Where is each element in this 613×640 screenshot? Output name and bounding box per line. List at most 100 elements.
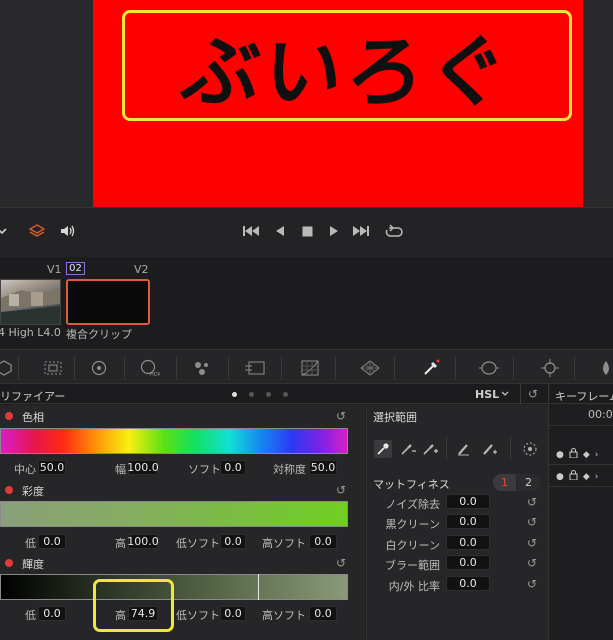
matte-finesse-title: マットフィネス	[373, 478, 450, 491]
diamond-icon[interactable]: ◆	[583, 472, 590, 482]
matte-mode-2[interactable]: 2	[517, 474, 540, 491]
page-dot-2[interactable]	[249, 392, 254, 397]
lum-low-field[interactable]: 0.0	[38, 606, 66, 621]
speaker-icon[interactable]	[58, 222, 76, 240]
tool-tracker-icon[interactable]	[89, 358, 109, 378]
hue-enable-toggle[interactable]	[5, 412, 13, 420]
lum-range-bar[interactable]	[0, 574, 348, 600]
hue-symmetry-field[interactable]: 50.0	[309, 460, 337, 475]
lock-icon[interactable]	[569, 448, 578, 461]
page-dot-4[interactable]	[283, 392, 288, 397]
hue-reset-icon[interactable]: ↺	[336, 410, 348, 422]
skip-to-end-icon[interactable]	[352, 222, 370, 240]
track-label-v1: V1	[47, 263, 62, 276]
sat-low-soft-field[interactable]: 0.0	[220, 534, 246, 549]
hue-center-field[interactable]: 50.0	[38, 460, 66, 475]
invert-selection-icon[interactable]	[521, 440, 539, 458]
white-clean-field[interactable]: 0.0	[446, 535, 490, 550]
keyframe-row-2[interactable]: ● ◆ ›	[548, 467, 613, 487]
tool-motion-effects-icon[interactable]	[245, 358, 265, 378]
lum-reset-icon[interactable]: ↺	[336, 557, 348, 569]
tool-window-icon[interactable]	[479, 358, 499, 378]
in-out-ratio-field[interactable]: 0.0	[446, 576, 490, 591]
eyedropper-plus-icon[interactable]	[421, 440, 439, 458]
loop-icon[interactable]	[384, 222, 404, 240]
lum-enable-toggle[interactable]	[5, 559, 13, 567]
tool-grid-icon[interactable]	[43, 358, 63, 378]
tool-rgb-mixer-icon[interactable]	[192, 358, 212, 378]
lock-icon[interactable]	[569, 470, 578, 483]
tool-hdr-icon[interactable]: HDR	[140, 358, 160, 378]
keyframe-dot-icon: ●	[556, 471, 564, 482]
clip-name-2: 複合クリップ	[66, 328, 132, 341]
sat-high-label: 高	[115, 537, 126, 550]
feather-minus-icon[interactable]	[456, 440, 474, 458]
eyedropper-minus-icon[interactable]	[399, 440, 417, 458]
tool-color-warper-icon[interactable]	[360, 358, 380, 378]
hue-center-label: 中心	[14, 463, 36, 476]
chevron-right-icon[interactable]: ›	[595, 472, 599, 482]
mode-select[interactable]: HSL	[475, 388, 499, 401]
sat-low-field[interactable]: 0.0	[38, 534, 66, 549]
matte-mode-1[interactable]: 1	[493, 474, 516, 491]
sat-high-soft-field[interactable]: 0.0	[309, 534, 337, 549]
layers-icon[interactable]	[28, 222, 46, 240]
diamond-icon[interactable]: ◆	[583, 450, 590, 460]
hue-soft-field[interactable]: 0.0	[220, 460, 246, 475]
black-clean-reset-icon[interactable]: ↺	[527, 516, 539, 528]
transport-bar	[0, 207, 613, 257]
panel-header	[0, 384, 613, 404]
tool-tracker-target-icon[interactable]	[540, 358, 560, 378]
lum-low-soft-label: 低ソフト	[176, 609, 220, 622]
keyframe-row-1[interactable]: ● ◆ ›	[548, 445, 613, 465]
dropdown-icon[interactable]	[0, 222, 7, 240]
white-clean-label: 白クリーン	[385, 539, 440, 552]
denoise-label: ノイズ除去	[385, 498, 440, 511]
overlay-title: ぶいろぐ	[177, 27, 515, 118]
play-icon[interactable]	[327, 222, 341, 240]
keyframe-panel-title: キーフレーム	[555, 390, 613, 403]
clip-thumbnail-1[interactable]	[0, 279, 61, 325]
sat-label: 彩度	[22, 485, 44, 498]
blur-radius-field[interactable]: 0.0	[446, 555, 490, 570]
clip-number-badge: 02	[66, 262, 85, 275]
page-dot-1[interactable]	[232, 392, 237, 397]
white-clean-reset-icon[interactable]: ↺	[527, 537, 539, 549]
sat-low-label: 低	[25, 537, 36, 550]
chevron-down-icon[interactable]	[500, 389, 510, 402]
blur-radius-reset-icon[interactable]: ↺	[527, 557, 539, 569]
hue-soft-label: ソフト	[188, 463, 221, 476]
denoise-reset-icon[interactable]: ↺	[527, 496, 539, 508]
sat-enable-toggle[interactable]	[5, 486, 13, 494]
play-reverse-icon[interactable]	[273, 222, 287, 240]
panel-title: リファイアー	[0, 390, 66, 403]
sat-range-bar[interactable]	[0, 501, 348, 527]
chevron-right-icon[interactable]: ›	[595, 450, 599, 460]
stop-icon[interactable]	[300, 222, 314, 240]
lum-high-handle[interactable]	[258, 574, 259, 600]
in-out-ratio-reset-icon[interactable]: ↺	[527, 578, 539, 590]
tool-blur-icon[interactable]	[596, 358, 613, 378]
hue-label: 色相	[22, 411, 44, 424]
sat-high-field[interactable]: 100.0	[127, 534, 159, 549]
reset-all-icon[interactable]: ↺	[528, 388, 540, 400]
tool-cube-icon[interactable]	[0, 358, 14, 378]
hue-range-bar[interactable]	[0, 428, 348, 454]
tool-qualifier-icon[interactable]	[421, 358, 441, 378]
lum-high-soft-field[interactable]: 0.0	[309, 606, 337, 621]
sat-reset-icon[interactable]: ↺	[336, 484, 348, 496]
page-dot-3[interactable]	[266, 392, 271, 397]
blur-radius-label: ブラー範囲	[385, 559, 440, 572]
keyframe-timecode: 00:0	[588, 408, 613, 421]
tool-curves-icon[interactable]	[300, 358, 320, 378]
hue-width-field[interactable]: 100.0	[127, 460, 159, 475]
black-clean-field[interactable]: 0.0	[446, 514, 490, 529]
eyedropper-icon[interactable]	[374, 440, 392, 458]
lum-low-soft-field[interactable]: 0.0	[220, 606, 246, 621]
selection-title: 選択範囲	[373, 411, 417, 424]
clip-thumbnail-2[interactable]	[66, 279, 150, 325]
feather-plus-icon[interactable]	[481, 440, 499, 458]
skip-to-start-icon[interactable]	[242, 222, 260, 240]
denoise-field[interactable]: 0.0	[446, 494, 490, 509]
hue-width-label: 幅	[115, 463, 126, 476]
